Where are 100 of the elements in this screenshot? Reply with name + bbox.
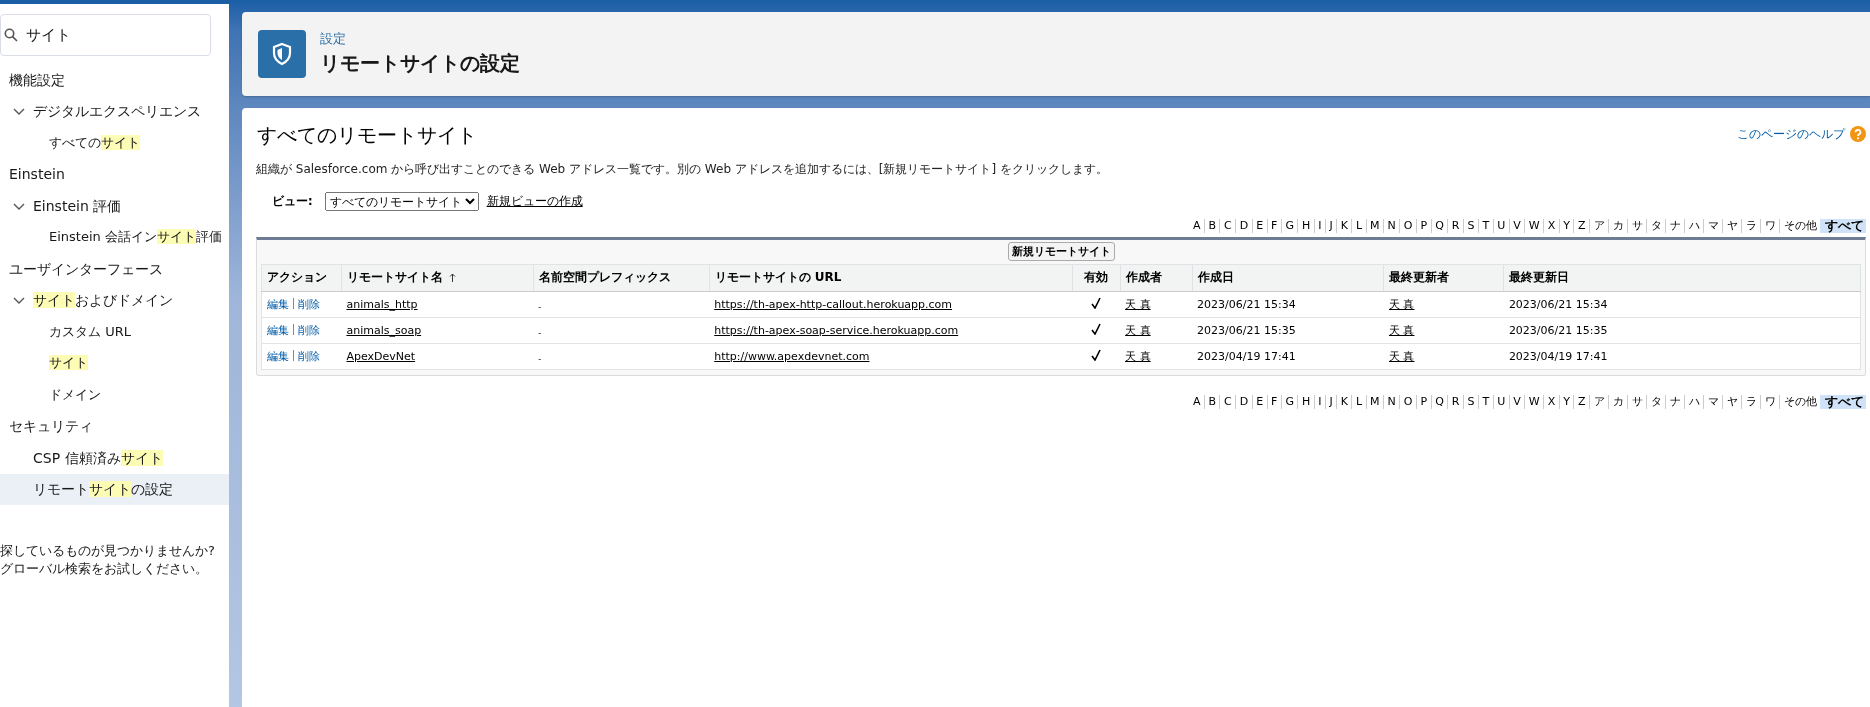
sidebar-item[interactable]: カスタム URL (0, 316, 229, 348)
user-link[interactable]: 天 真 (1388, 298, 1415, 311)
alphabet-filter-link[interactable]: すべて (1820, 219, 1866, 233)
alphabet-filter-link[interactable]: I (1313, 219, 1325, 233)
alphabet-filter-link[interactable]: S (1462, 219, 1478, 233)
alphabet-filter-link[interactable]: B (1203, 219, 1220, 233)
alphabet-filter-link[interactable]: カ (1608, 219, 1627, 233)
alphabet-filter-link[interactable]: V (1508, 395, 1525, 409)
alphabet-filter-link[interactable]: W (1524, 395, 1544, 409)
alphabet-filter-link[interactable]: H (1297, 219, 1314, 233)
alphabet-filter-link[interactable]: Y (1558, 219, 1574, 233)
alphabet-filter-link[interactable]: ヤ (1722, 395, 1741, 409)
sidebar-item[interactable]: セキュリティ (0, 410, 229, 442)
edit-link[interactable]: 編集 (267, 298, 289, 311)
sidebar-item[interactable]: デジタルエクスペリエンス (0, 95, 229, 127)
alphabet-filter-link[interactable]: ラ (1741, 395, 1760, 409)
alphabet-filter-link[interactable]: B (1203, 395, 1220, 409)
alphabet-filter-link[interactable]: Q (1430, 219, 1448, 233)
alphabet-filter-link[interactable]: C (1219, 219, 1236, 233)
site-name-link[interactable]: ApexDevNet (346, 350, 416, 363)
alphabet-filter-link[interactable]: K (1336, 395, 1352, 409)
delete-link[interactable]: 削除 (298, 350, 320, 363)
alphabet-filter-link[interactable]: R (1447, 219, 1463, 233)
alphabet-filter-link[interactable]: W (1524, 219, 1544, 233)
help-link[interactable]: このページのヘルプ (1737, 126, 1845, 142)
alphabet-filter-link[interactable]: P (1416, 395, 1431, 409)
alphabet-filter-link[interactable]: O (1399, 219, 1416, 233)
alphabet-filter-link[interactable]: G (1280, 219, 1298, 233)
alphabet-filter-link[interactable]: サ (1627, 395, 1646, 409)
view-select[interactable]: すべてのリモートサイト (324, 192, 479, 211)
user-link[interactable]: 天 真 (1388, 324, 1415, 337)
alphabet-filter-link[interactable]: P (1416, 219, 1431, 233)
sidebar-item[interactable]: ドメイン (0, 379, 229, 411)
breadcrumb-link[interactable]: 設定 (320, 31, 520, 48)
alphabet-filter-link[interactable]: ハ (1684, 219, 1703, 233)
alphabet-filter-link[interactable]: X (1543, 395, 1559, 409)
create-view-link[interactable]: 新規ビューの作成 (486, 194, 583, 209)
sidebar-item[interactable]: サイト およびドメイン (0, 284, 229, 316)
sidebar-item[interactable]: Einstein 会話インサイト評価 (0, 221, 229, 253)
alphabet-filter-link[interactable]: Q (1430, 395, 1448, 409)
url-link[interactable]: http://www.apexdevnet.com (714, 350, 870, 363)
search-field[interactable]: サイト (0, 14, 211, 56)
alphabet-filter-link[interactable]: R (1447, 395, 1463, 409)
url-link[interactable]: https://th-apex-http-callout.herokuapp.com (714, 298, 953, 311)
alphabet-filter-link[interactable]: K (1336, 219, 1352, 233)
alphabet-filter-link[interactable]: F (1266, 395, 1281, 409)
url-link[interactable]: https://th-apex-soap-service.herokuapp.com (714, 324, 959, 337)
alphabet-filter-link[interactable]: J (1325, 395, 1337, 409)
alphabet-filter-link[interactable]: A (1189, 395, 1204, 409)
alphabet-filter-link[interactable]: ワ (1760, 395, 1779, 409)
edit-link[interactable]: 編集 (267, 350, 289, 363)
alphabet-filter-link[interactable]: U (1492, 395, 1509, 409)
sidebar-item[interactable]: Einstein 評価 (0, 190, 229, 222)
alphabet-filter-link[interactable]: C (1219, 395, 1236, 409)
column-header[interactable]: リモートサイト名 (341, 264, 534, 292)
alphabet-filter-link[interactable]: ハ (1684, 395, 1703, 409)
sidebar-item[interactable]: 機能設定 (0, 64, 229, 96)
alphabet-filter-link[interactable]: ア (1589, 219, 1608, 233)
alphabet-filter-link[interactable]: V (1508, 219, 1525, 233)
alphabet-filter-link[interactable]: F (1266, 219, 1281, 233)
alphabet-filter-link[interactable]: タ (1646, 395, 1665, 409)
alphabet-filter-link[interactable]: Y (1558, 395, 1574, 409)
alphabet-filter-link[interactable]: S (1462, 395, 1478, 409)
alphabet-filter-link[interactable]: ラ (1741, 219, 1760, 233)
alphabet-filter-link[interactable]: Z (1573, 395, 1589, 409)
edit-link[interactable]: 編集 (267, 324, 289, 337)
alphabet-filter-link[interactable]: N (1383, 395, 1400, 409)
user-link[interactable]: 天 真 (1125, 324, 1151, 337)
alphabet-filter-link[interactable]: H (1297, 395, 1314, 409)
new-remote-site-button[interactable]: 新規リモートサイト (1007, 242, 1115, 261)
alphabet-filter-link[interactable]: マ (1703, 395, 1722, 409)
alphabet-filter-link[interactable]: E (1251, 395, 1267, 409)
delete-link[interactable]: 削除 (298, 324, 320, 337)
alphabet-filter-link[interactable]: E (1251, 219, 1267, 233)
sidebar-item[interactable]: Einstein (0, 158, 229, 190)
sidebar-item[interactable]: CSP 信頼済みサイト (0, 442, 229, 474)
user-link[interactable]: 天 真 (1125, 298, 1151, 311)
alphabet-filter-link[interactable]: ナ (1665, 219, 1684, 233)
user-link[interactable]: 天 真 (1388, 350, 1415, 363)
alphabet-filter-link[interactable]: A (1189, 219, 1204, 233)
site-name-link[interactable]: animals_soap (346, 324, 422, 337)
alphabet-filter-link[interactable]: すべて (1820, 395, 1866, 409)
alphabet-filter-link[interactable]: Z (1573, 219, 1589, 233)
alphabet-filter-link[interactable]: D (1235, 395, 1252, 409)
alphabet-filter-link[interactable]: T (1477, 219, 1493, 233)
alphabet-filter-link[interactable]: カ (1608, 395, 1627, 409)
alphabet-filter-link[interactable]: L (1351, 219, 1366, 233)
alphabet-filter-link[interactable]: タ (1646, 219, 1665, 233)
user-link[interactable]: 天 真 (1125, 350, 1151, 363)
alphabet-filter-link[interactable]: T (1477, 395, 1493, 409)
alphabet-filter-link[interactable]: N (1383, 219, 1400, 233)
alphabet-filter-link[interactable]: L (1351, 395, 1366, 409)
alphabet-filter-link[interactable]: D (1235, 219, 1252, 233)
site-name-link[interactable]: animals_http (346, 298, 418, 311)
alphabet-filter-link[interactable]: ワ (1760, 219, 1779, 233)
delete-link[interactable]: 削除 (298, 298, 320, 311)
alphabet-filter-link[interactable]: M (1365, 395, 1384, 409)
alphabet-filter-link[interactable]: M (1365, 219, 1384, 233)
alphabet-filter-link[interactable]: ナ (1665, 395, 1684, 409)
sidebar-item[interactable]: ユーザインターフェース (0, 253, 229, 285)
